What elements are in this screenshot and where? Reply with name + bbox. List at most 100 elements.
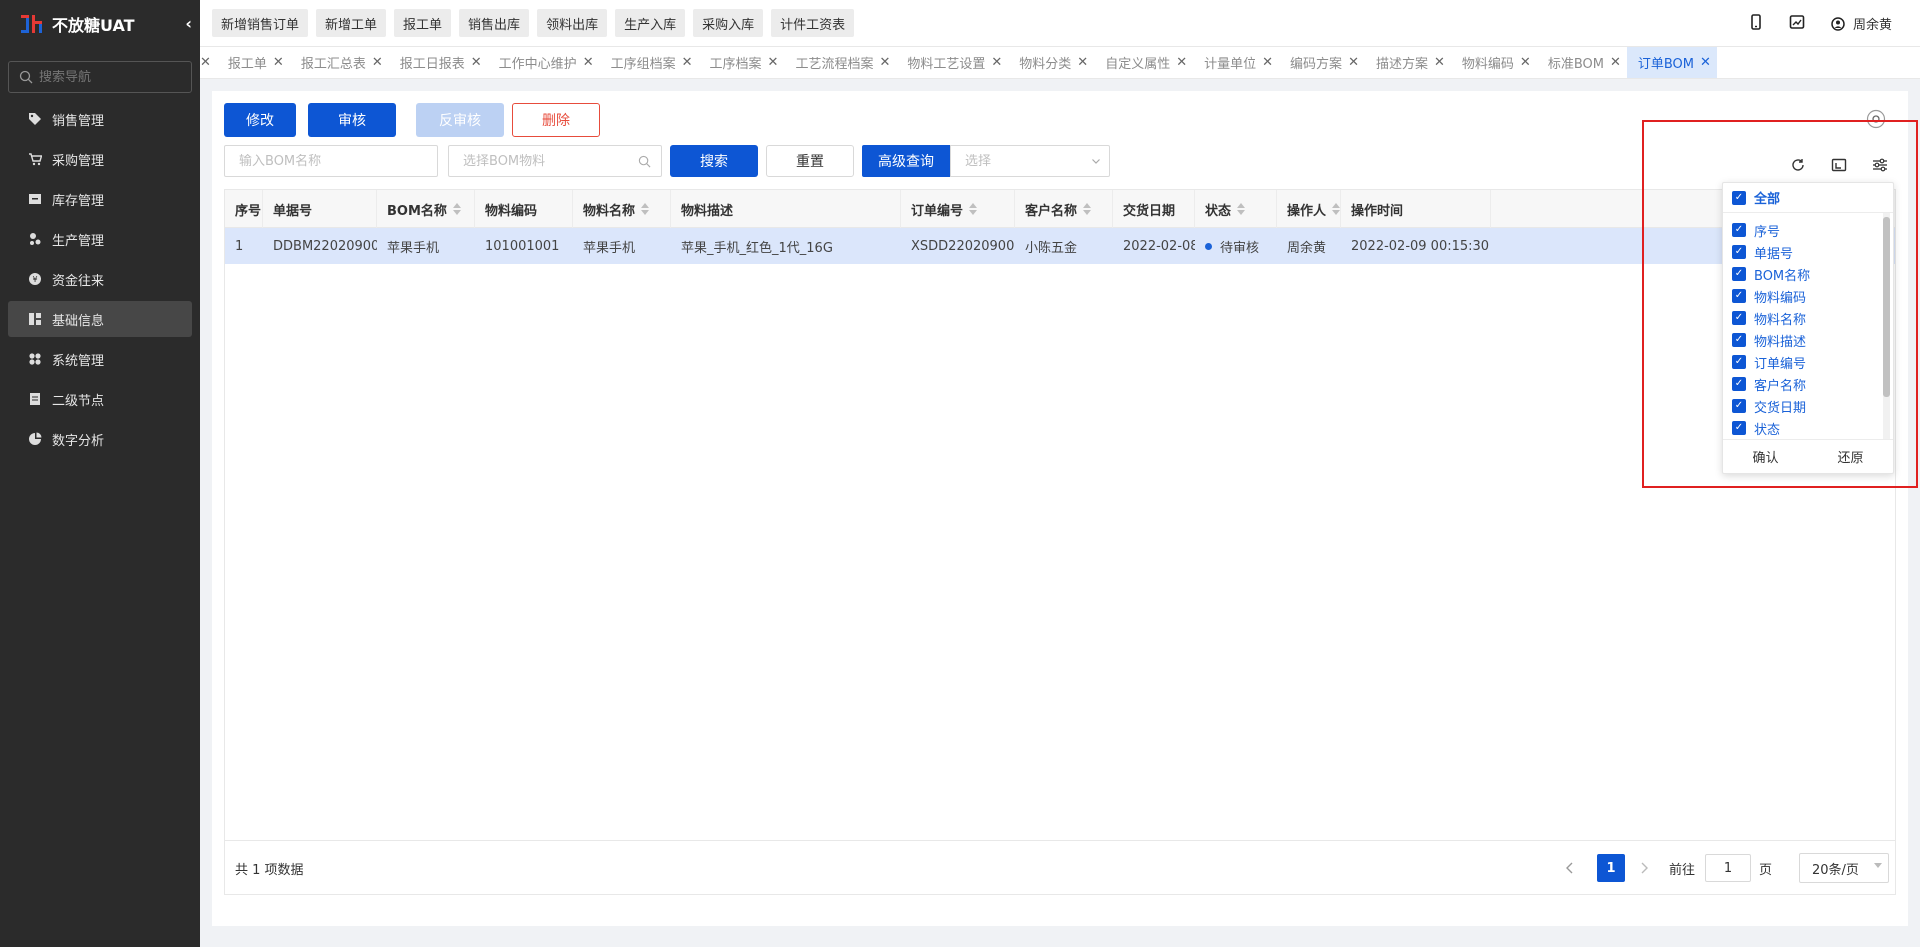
column-checkbox[interactable]: ✓ 客户名称 [1723,373,1883,395]
delete-button[interactable]: 删除 [512,103,600,137]
column-checkbox[interactable]: ✓ 物料编码 [1723,285,1883,307]
advanced-query-button[interactable]: 高级查询 [862,145,950,177]
search-button[interactable]: 搜索 [670,145,758,177]
column-checkbox[interactable]: ✓ 订单编号 [1723,351,1883,373]
sidebar-item-1[interactable]: 采购管理 [8,141,192,177]
sort-icon[interactable] [452,203,461,215]
quick-action-button[interactable]: 新增工单 [316,9,387,37]
close-icon[interactable]: ✕ [471,55,482,70]
refresh-icon[interactable] [1788,155,1808,175]
sidebar-item-5[interactable]: 基础信息 [8,301,192,337]
tab-item[interactable]: 计量单位 ✕ [1193,47,1279,78]
sort-icon[interactable] [1083,203,1092,215]
close-icon[interactable]: ✕ [879,55,890,70]
sort-icon[interactable] [1237,203,1246,215]
tab-item[interactable]: 物料分类 ✕ [1008,47,1094,78]
sidebar-item-8[interactable]: 数字分析 [8,421,192,457]
page-1-button[interactable]: 1 [1597,841,1625,895]
column-checkbox[interactable]: ✓ 物料描述 [1723,329,1883,351]
column-header[interactable]: 操作人 [1277,190,1341,228]
help-icon[interactable] [1866,109,1886,129]
tab-item[interactable]: 订单BOM ✕ [1626,47,1717,78]
next-page-icon[interactable] [1639,841,1649,895]
column-checkbox[interactable]: ✓ 序号 [1723,219,1883,241]
bom-name-field[interactable] [224,145,438,177]
column-header[interactable]: 状态 [1195,190,1277,228]
quick-action-button[interactable]: 计件工资表 [771,9,855,37]
close-icon[interactable]: ✕ [372,55,383,70]
sidebar-item-7[interactable]: 二级节点 [8,381,192,417]
sidebar-item-4[interactable]: ¥ 资金往来 [8,261,192,297]
quick-action-button[interactable]: 生产入库 [615,9,686,37]
fullscreen-icon[interactable] [1829,155,1849,175]
advanced-select-input[interactable] [965,153,1091,169]
sidebar-item-6[interactable]: 系统管理 [8,341,192,377]
tab-item[interactable]: 报工单 ✕ [217,47,290,78]
close-icon[interactable]: ✕ [682,55,693,70]
prev-page-icon[interactable] [1565,841,1575,895]
column-header[interactable]: 客户名称 [1015,190,1113,228]
tab-item[interactable]: 自定义属性 ✕ [1094,47,1193,78]
column-checkbox[interactable]: ✓ 交货日期 [1723,395,1883,417]
close-icon[interactable]: ✕ [1077,55,1088,70]
quick-action-button[interactable]: 采购入库 [693,9,764,37]
tab-item[interactable]: 描述方案 ✕ [1365,47,1451,78]
restore-button[interactable]: 还原 [1808,447,1893,466]
column-header[interactable]: 物料名称 [573,190,671,228]
close-icon[interactable]: ✕ [1520,55,1531,70]
close-icon[interactable]: ✕ [1176,55,1187,70]
quick-action-button[interactable]: 报工单 [394,9,452,37]
close-icon[interactable]: ✕ [768,55,779,70]
close-icon[interactable]: ✕ [583,55,594,70]
confirm-button[interactable]: 确认 [1723,447,1808,466]
tab-item[interactable]: 工序档案 ✕ [699,47,785,78]
close-icon[interactable]: ✕ [991,55,1002,70]
table-row[interactable]: 1 DDBM220209001 苹果手机 101001001 苹果手机 苹果_手机_红色_… [225,228,1895,264]
column-header[interactable]: BOM名称 [377,190,475,228]
sidebar-item-3[interactable]: 生产管理 [8,221,192,257]
close-icon[interactable]: ✕ [1610,55,1621,70]
sidebar-item-2[interactable]: 库存管理 [8,181,192,217]
tab-item[interactable]: 物料工艺设置 ✕ [896,47,1008,78]
goto-page-input[interactable] [1705,854,1751,882]
nav-search-input[interactable] [39,69,179,85]
column-checkbox[interactable]: ✓ 物料名称 [1723,307,1883,329]
popover-scrollbar[interactable] [1883,213,1890,439]
user-menu[interactable]: 周余黄 [1831,14,1892,33]
quick-action-button[interactable]: 新增销售订单 [212,9,309,37]
sort-icon[interactable] [969,203,978,215]
select-all-checkbox[interactable]: ✓ 全部 [1723,183,1893,213]
quick-action-button[interactable]: 领料出库 [537,9,608,37]
goto-field[interactable] [1705,841,1751,895]
tab-item[interactable]: 标准BOM ✕ [1537,47,1627,78]
chart-screen-icon[interactable] [1789,14,1805,34]
sort-icon[interactable] [1332,203,1340,215]
edit-button[interactable]: 修改 [224,103,296,137]
column-checkbox[interactable]: ✓ 状态 [1723,417,1883,437]
column-checkbox[interactable]: ✓ BOM名称 [1723,263,1883,285]
bom-material-field[interactable] [448,145,662,177]
approve-button[interactable]: 审核 [308,103,396,137]
close-icon[interactable]: ✕ [1700,55,1711,70]
tab-item[interactable]: 工序组档案 ✕ [600,47,699,78]
bom-name-input[interactable] [239,153,437,169]
quick-action-button[interactable]: 销售出库 [459,9,530,37]
close-icon[interactable]: ✕ [1262,55,1273,70]
sidebar-item-0[interactable]: 销售管理 [8,101,192,137]
tab-item[interactable]: 报工日报表 ✕ [389,47,488,78]
page-size-select[interactable]: 20条/页 [1799,841,1889,895]
nav-search[interactable] [8,61,192,93]
unapprove-button[interactable]: 反审核 [416,103,504,137]
column-header[interactable]: 订单编号 [901,190,1015,228]
advanced-select[interactable] [950,145,1110,177]
reset-button[interactable]: 重置 [766,145,854,177]
mobile-icon[interactable] [1749,13,1763,34]
column-checkbox[interactable]: ✓ 单据号 [1723,241,1883,263]
column-settings-icon[interactable] [1870,155,1890,175]
bom-material-input[interactable] [463,153,638,169]
tab-item[interactable]: 编码方案 ✕ [1279,47,1365,78]
tab-item[interactable]: 工艺流程档案 ✕ [784,47,896,78]
tab-scroll-close-icon[interactable]: ✕ [200,47,217,78]
close-icon[interactable]: ✕ [273,55,284,70]
tab-item[interactable]: 物料编码 ✕ [1451,47,1537,78]
